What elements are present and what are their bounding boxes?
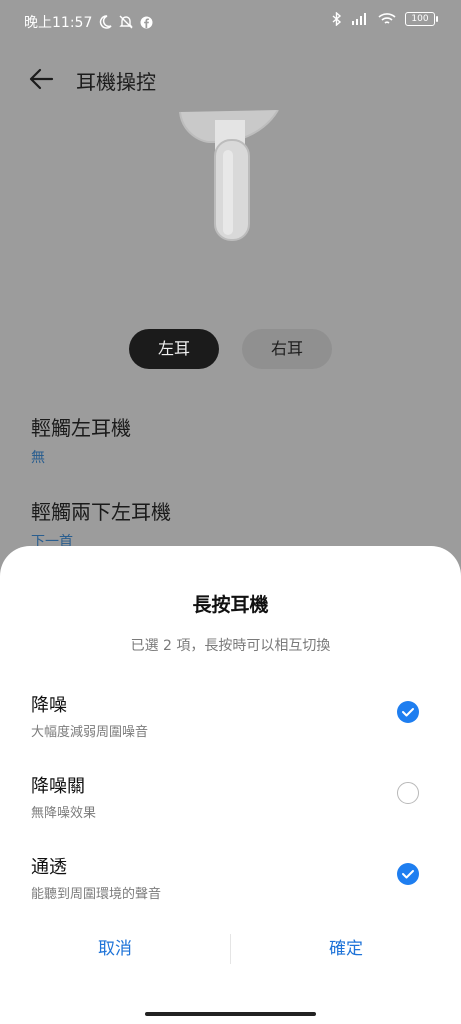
status-time: 晚上11:57	[24, 15, 93, 31]
wifi-icon	[378, 12, 396, 26]
status-left: 晚上11:57	[24, 12, 153, 32]
signal-icon	[351, 13, 369, 25]
checkmark-checked-icon[interactable]	[397, 863, 419, 885]
status-bar: 晚上11:57 100	[0, 0, 461, 44]
checkbox-unchecked-icon[interactable]	[397, 782, 419, 804]
app-header: 耳機操控	[28, 60, 441, 98]
option-desc: 大幅度減弱周圍噪音	[31, 725, 149, 740]
sheet-subtitle: 已選 2 項，長按時可以相互切換	[130, 638, 331, 654]
status-right: 100	[332, 12, 438, 26]
setting-name: 輕觸兩下左耳機	[31, 500, 171, 524]
option-desc: 能聽到周圍環境的聲音	[31, 887, 162, 902]
confirm-button[interactable]: 確定	[271, 934, 421, 959]
option-noise-cancel[interactable]: 降噪 大幅度減弱周圍噪音	[31, 691, 421, 751]
sheet-title: 長按耳機	[192, 594, 269, 616]
bluetooth-icon	[332, 12, 342, 26]
home-indicator[interactable]	[145, 1012, 316, 1016]
setting-value: 無	[31, 450, 45, 466]
back-arrow-icon[interactable]	[28, 66, 54, 92]
action-divider	[230, 934, 231, 964]
option-title: 降噪	[31, 695, 67, 716]
battery-icon: 100	[405, 12, 438, 26]
facebook-icon	[140, 16, 153, 29]
setting-double-tap-left[interactable]: 輕觸兩下左耳機 下一首	[31, 496, 171, 551]
mute-bell-icon	[118, 15, 134, 29]
option-noise-cancel-off[interactable]: 降噪關 無降噪效果	[31, 772, 421, 832]
earbud-image	[175, 109, 285, 245]
option-transparency[interactable]: 通透 能聽到周圍環境的聲音	[31, 853, 421, 913]
option-title: 降噪關	[31, 776, 85, 797]
checkmark-checked-icon[interactable]	[397, 701, 419, 723]
cancel-button[interactable]: 取消	[40, 934, 190, 959]
long-press-bottom-sheet: 長按耳機 已選 2 項，長按時可以相互切換 降噪 大幅度減弱周圍噪音 降噪關 無…	[0, 546, 461, 1024]
option-title: 通透	[31, 857, 67, 878]
left-ear-button[interactable]: 左耳	[129, 329, 219, 369]
right-ear-button[interactable]: 右耳	[242, 329, 332, 369]
setting-name: 輕觸左耳機	[31, 416, 131, 440]
setting-tap-left[interactable]: 輕觸左耳機 無	[31, 412, 131, 467]
sheet-actions: 取消 確定	[0, 934, 461, 968]
option-desc: 無降噪效果	[31, 806, 97, 821]
moon-icon	[98, 15, 112, 29]
page-title: 耳機操控	[76, 70, 156, 94]
